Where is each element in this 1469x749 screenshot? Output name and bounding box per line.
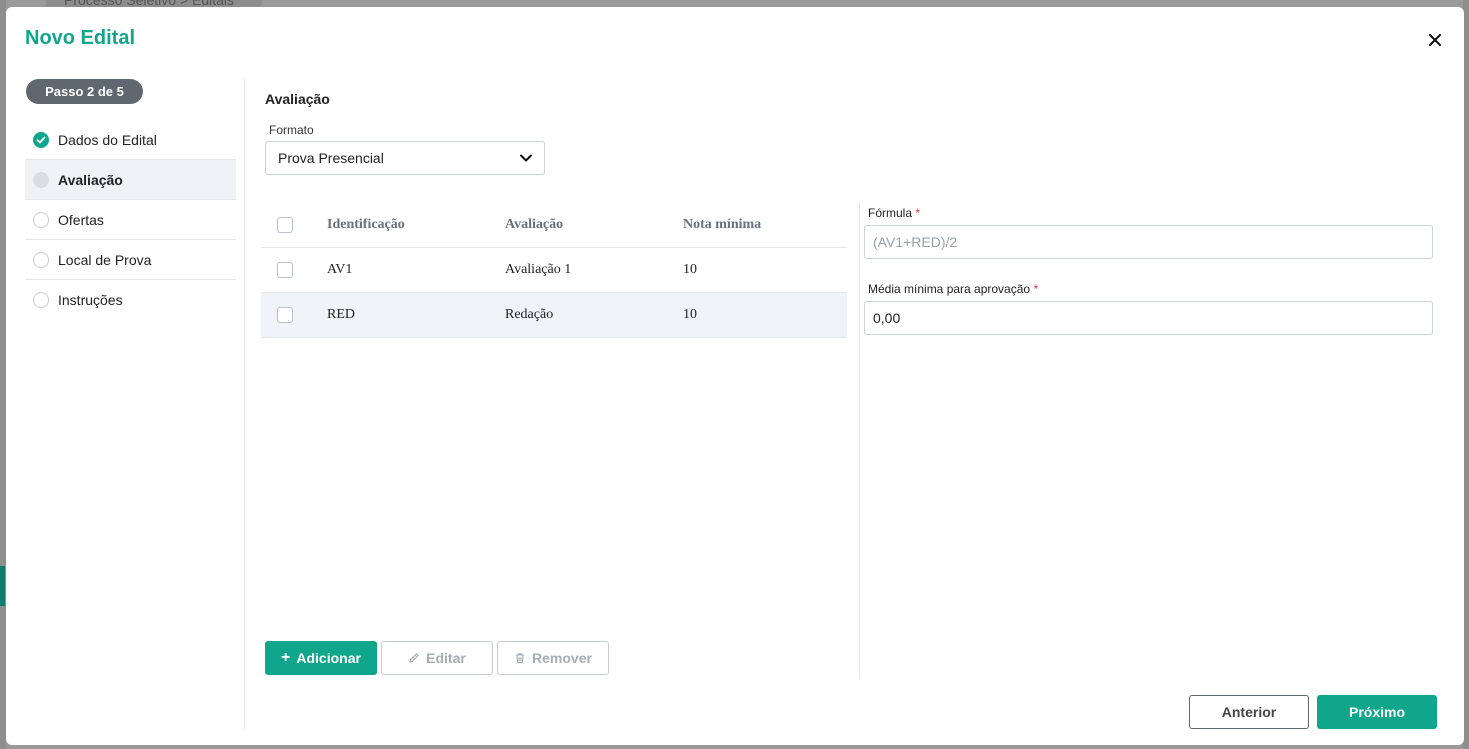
section-title: Avaliação — [265, 91, 330, 107]
edit-button[interactable]: Editar — [381, 641, 493, 675]
background-accent-bar — [0, 566, 5, 606]
pending-step-icon — [33, 251, 49, 268]
trash-icon — [516, 653, 525, 664]
step-label: Instruções — [58, 292, 123, 308]
add-button-label: Adicionar — [296, 650, 361, 666]
format-select-value: Prova Presencial — [278, 150, 384, 166]
form-divider — [859, 202, 860, 679]
format-select[interactable]: Prova Presencial — [265, 141, 545, 175]
cell-nota-minima: 10 — [683, 307, 697, 322]
cell-nota-minima: 10 — [683, 262, 697, 277]
table-row[interactable]: AV1 Avaliação 1 10 — [261, 248, 847, 293]
cell-avaliacao: Redação — [505, 307, 554, 322]
cell-identificacao: AV1 — [327, 262, 353, 277]
stepper-list: Dados do Edital Avaliação Ofertas Local … — [25, 120, 236, 320]
step-label: Local de Prova — [58, 251, 152, 268]
cell-avaliacao: Avaliação 1 — [505, 262, 572, 277]
formula-label: Fórmula * — [868, 206, 920, 220]
formula-input[interactable]: (AV1+RED)/2 — [864, 225, 1433, 259]
media-minima-input[interactable]: 0,00 — [864, 301, 1433, 335]
formula-placeholder: (AV1+RED)/2 — [873, 234, 958, 250]
row-checkbox[interactable] — [277, 307, 293, 323]
previous-button[interactable]: Anterior — [1189, 695, 1309, 729]
step-avaliacao[interactable]: Avaliação — [25, 160, 236, 200]
required-mark: * — [915, 206, 921, 220]
cell-identificacao: RED — [327, 307, 355, 322]
modal-title: Novo Edital — [25, 27, 136, 49]
step-instrucoes[interactable]: Instruções — [25, 280, 236, 320]
next-button[interactable]: Próximo — [1317, 695, 1437, 729]
add-button[interactable]: + Adicionar — [265, 641, 377, 675]
check-circle-icon — [33, 131, 49, 148]
remove-button-label: Remover — [532, 650, 592, 666]
plus-icon: + — [281, 649, 291, 666]
evaluations-table: Identificação Avaliação Nota mínima AV1 … — [261, 202, 847, 338]
step-label: Avaliação — [58, 171, 123, 188]
step-label: Ofertas — [58, 211, 104, 228]
step-ofertas[interactable]: Ofertas — [25, 200, 236, 240]
step-dados-do-edital[interactable]: Dados do Edital — [25, 120, 236, 160]
new-edital-modal: Novo Edital Passo 2 de 5 Dados do Edital… — [6, 7, 1464, 745]
media-minima-label-text: Média mínima para aprovação — [868, 282, 1031, 296]
pending-step-icon — [33, 211, 49, 228]
row-checkbox[interactable] — [277, 262, 293, 278]
media-minima-value: 0,00 — [873, 310, 901, 326]
select-all-checkbox[interactable] — [277, 216, 293, 233]
current-step-icon — [33, 171, 49, 188]
chevron-down-icon — [520, 154, 532, 162]
table-header-row: Identificação Avaliação Nota mínima — [261, 202, 847, 248]
format-label: Formato — [269, 123, 314, 137]
column-header-identificacao[interactable]: Identificação — [327, 217, 505, 233]
pencil-icon — [409, 653, 419, 663]
edit-button-label: Editar — [426, 650, 466, 666]
step-local-de-prova[interactable]: Local de Prova — [25, 240, 236, 280]
column-header-nota-minima[interactable]: Nota mínima — [683, 217, 847, 233]
remove-button[interactable]: Remover — [497, 641, 609, 675]
required-mark: * — [1033, 282, 1039, 296]
formula-label-text: Fórmula — [868, 206, 913, 220]
table-row[interactable]: RED Redação 10 — [261, 293, 847, 338]
pending-step-icon — [33, 292, 49, 308]
close-icon[interactable] — [1426, 31, 1444, 49]
column-header-avaliacao[interactable]: Avaliação — [505, 217, 683, 233]
stepper-divider — [244, 79, 245, 729]
step-badge: Passo 2 de 5 — [26, 79, 143, 104]
step-label: Dados do Edital — [58, 131, 157, 148]
media-minima-label: Média mínima para aprovação * — [868, 282, 1038, 296]
